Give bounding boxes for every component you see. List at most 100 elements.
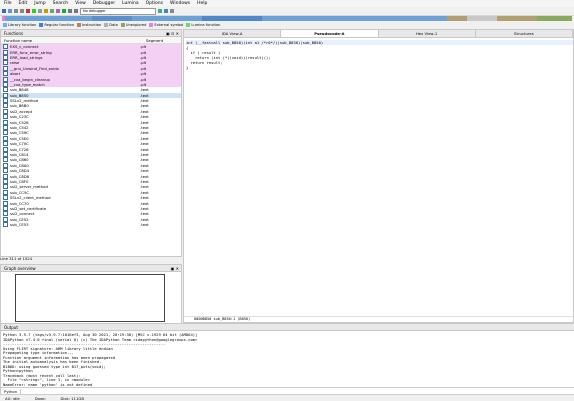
function-segment: .plt (140, 44, 147, 50)
function-row[interactable]: sub_C528 .text (1, 119, 181, 125)
pause-icon[interactable] (68, 9, 72, 13)
col-segment[interactable]: Segment (146, 38, 163, 43)
play-icon[interactable] (62, 9, 66, 13)
step-icon[interactable] (170, 9, 174, 13)
functions-panel: Functions ▣ ⊡ ✕ Function name Segment EX… (0, 29, 182, 257)
function-row[interactable]: sub_C5E0 .text (1, 135, 181, 141)
function-icon (3, 92, 8, 98)
save-icon[interactable] (8, 9, 12, 13)
function-icon (3, 125, 8, 131)
function-row[interactable]: sub_C70C .text (1, 141, 181, 147)
legend-label: External symbol (154, 23, 184, 27)
function-name: sub_B848 (10, 87, 29, 93)
function-row[interactable]: SSLv2_method .text (1, 98, 181, 104)
function-row[interactable]: sub_C23C .text (1, 114, 181, 120)
stop-icon[interactable] (26, 9, 30, 13)
tab-pseudocode-a[interactable]: Pseudocode-A (281, 30, 379, 37)
function-segment: .plt (140, 65, 147, 71)
function-segment: .text (140, 184, 149, 190)
function-row[interactable]: ERR_load_strings .plt (1, 54, 181, 61)
menu-item-file[interactable]: File (4, 1, 12, 6)
menu-item-help[interactable]: Help (197, 1, 207, 6)
open-icon[interactable] (2, 9, 6, 13)
function-name: sub_C860 (10, 157, 29, 163)
function-row[interactable]: sub_CC5C .text (1, 189, 181, 195)
tab-structures[interactable]: Structures (476, 30, 573, 37)
menu-item-jump[interactable]: Jump (34, 1, 45, 6)
function-icon (3, 157, 8, 163)
function-row[interactable]: sub_C542 .text (1, 125, 181, 131)
function-name: ssl2_server_method (10, 184, 48, 190)
function-row[interactable]: sub_C8D4 .text (1, 168, 181, 174)
function-row[interactable]: __gnu_Unwind_Find_exidx .plt (1, 65, 181, 71)
graph-controls[interactable]: ▣ ✕ (171, 266, 179, 271)
function-row[interactable]: sub_C8D8 .text (1, 173, 181, 179)
function-row[interactable]: ssl2_server_method .text (1, 184, 181, 190)
prompt-label[interactable]: Python (1, 388, 22, 394)
function-row[interactable]: __cxa_begin_cleanup .plt (1, 76, 181, 82)
function-name: EXS_c_connect (10, 44, 39, 50)
function-icon (3, 162, 8, 168)
menu-item-view[interactable]: View (75, 1, 86, 6)
menu-item-edit[interactable]: Edit (19, 1, 28, 6)
function-name: ssl2_accept (10, 108, 33, 114)
col-function-name[interactable]: Function name (1, 38, 146, 43)
function-row[interactable]: sub_B850 .text (1, 92, 181, 98)
navigation-band[interactable] (2, 16, 572, 21)
code-line: } (186, 65, 189, 70)
python-prompt[interactable]: Python (1, 387, 574, 394)
function-icon (3, 76, 8, 82)
function-name: sub_CE52 (10, 216, 29, 222)
function-icon[interactable] (44, 9, 48, 13)
pseudocode-view[interactable]: int (__fastcall sub_B850)(int a1 /*r0*/)… (184, 38, 573, 70)
back-icon[interactable] (14, 9, 18, 13)
tab-hex-view-1[interactable]: Hex View-1 (379, 30, 476, 37)
function-row[interactable]: sub_B8B0 .text (1, 103, 181, 109)
menu-item-windows[interactable]: Windows (170, 1, 190, 6)
function-row[interactable]: SSLv2_client_method .text (1, 195, 181, 201)
function-name: __gnu_Unwind_Find_exidx (10, 65, 59, 71)
function-name: ERR_func_error_string (10, 49, 52, 55)
function-row[interactable]: ssl2_set_certificate .text (1, 205, 181, 211)
debugger-select[interactable]: No debugger (80, 7, 156, 15)
search-icon[interactable] (38, 9, 42, 13)
function-row[interactable]: EXS_c_connect .plt (1, 44, 181, 50)
function-row[interactable]: sub_C8F0 .text (1, 178, 181, 184)
function-row[interactable]: sub_CE53 .text (1, 222, 181, 228)
graph-overview-canvas[interactable] (15, 274, 165, 322)
menu-item-options[interactable]: Options (146, 1, 163, 6)
function-row[interactable]: sub_C814 .text (1, 152, 181, 157)
function-row[interactable]: sub_B848 .text (1, 87, 181, 93)
function-row[interactable]: ERR_func_error_string .plt (1, 49, 181, 55)
function-segment: .text (140, 189, 149, 195)
function-row[interactable]: sub_CC70 .text (1, 200, 181, 206)
function-row[interactable]: sub_C728 .text (1, 146, 181, 152)
function-row[interactable]: sub_C59C .text (1, 130, 181, 136)
forward-icon[interactable] (20, 9, 24, 13)
function-row[interactable]: ssl2_accept .text (1, 108, 181, 114)
function-row[interactable]: abort .plt (1, 70, 181, 77)
output-titlebar: Output (1, 324, 574, 331)
function-row[interactable]: sub_C860 .text (1, 157, 181, 163)
function-segment: .text (140, 98, 149, 104)
data-icon[interactable] (50, 9, 54, 13)
struct-icon[interactable] (56, 9, 60, 13)
graph-overview-panel: Graph overview ▣ ✕ (0, 264, 182, 326)
run-icon[interactable] (32, 9, 36, 13)
function-row[interactable]: sub_C8A0 .text (1, 162, 181, 168)
menu-item-lumina[interactable]: Lumina (122, 1, 139, 6)
attach-icon[interactable] (158, 9, 162, 13)
tab-ida-view-a[interactable]: IDA View-A (184, 30, 282, 37)
function-segment: .text (140, 135, 149, 141)
function-segment: .plt (140, 71, 147, 77)
menu-item-debugger[interactable]: Debugger (93, 1, 115, 6)
function-row[interactable]: sub_CE52 .text (1, 216, 181, 222)
trace-icon[interactable] (164, 9, 168, 13)
stop-debug-icon[interactable] (74, 9, 78, 13)
function-row[interactable]: raise .plt (1, 60, 181, 66)
panel-controls[interactable]: ▣ ⊡ ✕ (166, 31, 179, 36)
function-row[interactable]: __cxa_type_match .plt (1, 81, 181, 88)
function-row[interactable]: ssl2_connect .text (1, 211, 181, 217)
menu-item-search[interactable]: Search (53, 1, 68, 6)
function-segment: .text (140, 200, 149, 206)
